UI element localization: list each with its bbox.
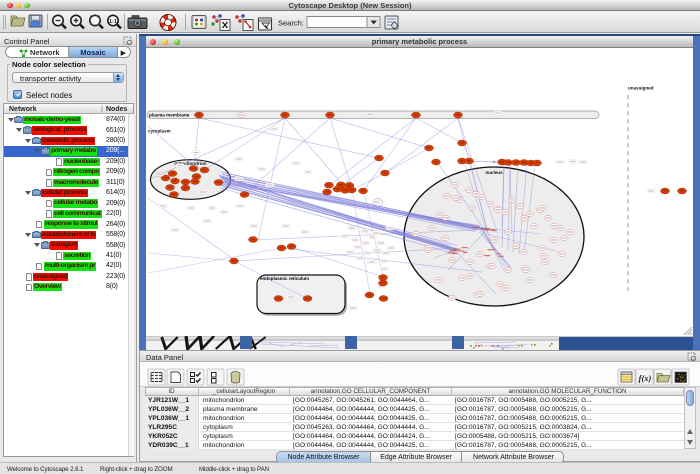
svg-text:Search:: Search: bbox=[278, 18, 304, 27]
svg-text:nucleus: nucleus bbox=[485, 170, 503, 175]
svg-text:endoplasmic reticulum: endoplasmic reticulum bbox=[260, 276, 309, 281]
svg-text:f(x): f(x) bbox=[639, 373, 652, 383]
svg-text:1:1: 1:1 bbox=[109, 19, 117, 25]
svg-text:plasma membrane: plasma membrane bbox=[149, 113, 190, 118]
svg-text:unassigned: unassigned bbox=[628, 86, 654, 91]
